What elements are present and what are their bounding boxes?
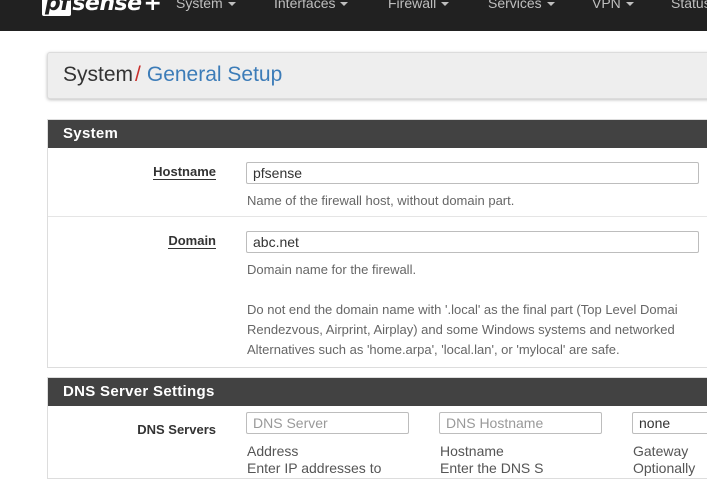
nav-services-label: Services bbox=[488, 0, 542, 11]
dns-gateway-sublabel: Gateway bbox=[633, 443, 689, 459]
chevron-down-icon bbox=[546, 2, 555, 7]
nav-system[interactable]: System bbox=[176, 0, 236, 11]
nav-firewall[interactable]: Firewall bbox=[388, 0, 450, 11]
chevron-down-icon bbox=[441, 2, 450, 7]
domain-help: Domain name for the firewall. bbox=[247, 262, 417, 277]
dns-address-sublabel: Address bbox=[247, 443, 299, 459]
domain-input[interactable] bbox=[246, 231, 699, 253]
domain-warning-line3: Alternatives such as 'home.arpa', 'local… bbox=[247, 342, 620, 357]
page-title: System/ General Setup bbox=[63, 63, 282, 87]
nav-status[interactable]: Status bbox=[671, 0, 707, 11]
dns-gateway-select[interactable] bbox=[632, 412, 707, 434]
breadcrumb: System/ General Setup bbox=[47, 52, 707, 99]
hostname-input[interactable] bbox=[246, 162, 699, 184]
breadcrumb-root[interactable]: System bbox=[63, 63, 133, 86]
nav-firewall-label: Firewall bbox=[388, 0, 437, 11]
nav-vpn-label: VPN bbox=[592, 0, 621, 11]
nav-status-label: Status bbox=[671, 0, 707, 11]
hostname-label[interactable]: Hostname bbox=[153, 164, 216, 180]
pfsense-logo[interactable]: pf sense+ bbox=[42, 0, 162, 21]
nav-interfaces-label: Interfaces bbox=[274, 0, 336, 11]
hostname-help: Name of the firewall host, without domai… bbox=[247, 193, 515, 208]
dns-server-input[interactable] bbox=[246, 412, 409, 434]
dns-hostname-sublabel: Hostname bbox=[440, 443, 504, 459]
dns-gateway-hint: Optionally bbox=[633, 460, 696, 476]
dns-hostname-hint: Enter the DNS S bbox=[440, 460, 544, 476]
dns-servers-row: DNS Servers Address Hostname Gateway Ent… bbox=[48, 406, 707, 478]
top-navbar: pf sense+ System Interfaces Firewall Serv… bbox=[0, 0, 707, 31]
domain-warning-line2: Rendezvous, Airprint, Airplay) and some … bbox=[247, 322, 675, 337]
nav-system-label: System bbox=[176, 0, 223, 11]
nav-vpn[interactable]: VPN bbox=[592, 0, 634, 11]
chevron-down-icon bbox=[340, 2, 349, 7]
dns-panel-heading: DNS Server Settings bbox=[48, 378, 707, 406]
system-panel: System Hostname Name of the firewall hos… bbox=[47, 119, 707, 368]
dns-servers-label: DNS Servers bbox=[137, 422, 216, 437]
dns-address-hint: Enter IP addresses to bbox=[247, 460, 382, 476]
domain-warning-line1: Do not end the domain name with '.local'… bbox=[247, 302, 678, 317]
chevron-down-icon bbox=[625, 2, 634, 7]
dns-hostname-input[interactable] bbox=[439, 412, 602, 434]
logo-plus: + bbox=[143, 0, 162, 16]
chevron-down-icon bbox=[227, 2, 236, 7]
nav-interfaces[interactable]: Interfaces bbox=[274, 0, 349, 11]
dns-panel: DNS Server Settings DNS Servers Address … bbox=[47, 377, 707, 479]
domain-row: Domain Domain name for the firewall. Do … bbox=[48, 217, 707, 367]
domain-label[interactable]: Domain bbox=[168, 233, 216, 249]
breadcrumb-current[interactable]: General Setup bbox=[147, 63, 282, 86]
system-panel-heading: System bbox=[48, 120, 707, 148]
logo-pf: pf bbox=[42, 0, 72, 16]
hostname-row: Hostname Name of the firewall host, with… bbox=[48, 148, 707, 217]
logo-sense: sense bbox=[72, 0, 142, 16]
nav-services[interactable]: Services bbox=[488, 0, 555, 11]
breadcrumb-separator: / bbox=[135, 63, 141, 86]
